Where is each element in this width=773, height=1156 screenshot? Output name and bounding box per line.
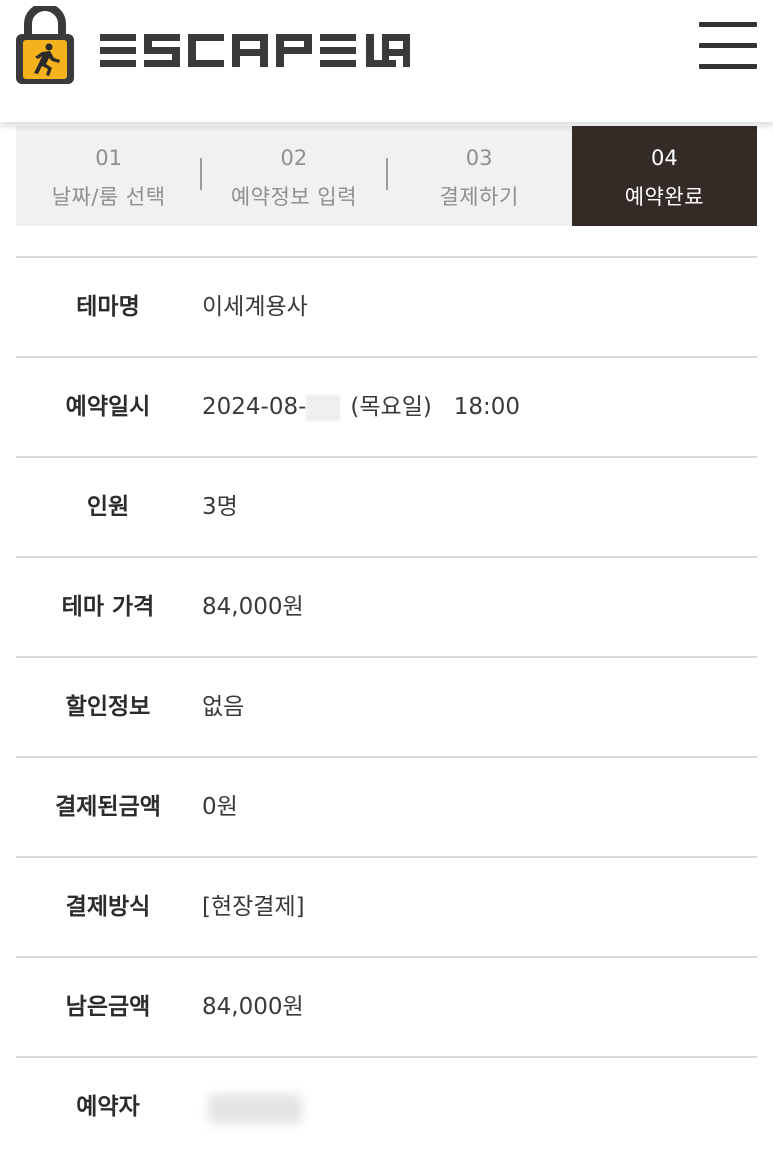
detail-row-datetime: 예약일시 2024-08- (목요일) 18:00	[16, 358, 757, 458]
detail-row-booker: 예약자	[16, 1058, 757, 1156]
escape-lab-wordmark[interactable]	[100, 30, 418, 70]
step-label: 날짜/룸 선택	[51, 185, 166, 209]
step-number: 03	[465, 146, 493, 170]
step-number: 02	[280, 146, 308, 170]
site-header	[0, 0, 773, 122]
detail-value: 2024-08- (목요일) 18:00	[202, 358, 520, 456]
booking-steps: 01 날짜/룸 선택 02 예약정보 입력 03 결제하기 04 예약완료	[16, 126, 757, 226]
detail-label: 결제된금액	[55, 794, 161, 820]
step-label: 결제하기	[439, 185, 519, 209]
redacted-day	[306, 394, 341, 421]
detail-value: 이세계용사	[202, 294, 308, 320]
step-label: 예약정보 입력	[230, 185, 357, 209]
detail-label: 테마 가격	[61, 594, 155, 620]
detail-row-people: 인원 3명	[16, 458, 757, 558]
step-3: 03 결제하기	[387, 126, 572, 226]
detail-row-price: 테마 가격 84,000원	[16, 558, 757, 658]
step-4-current: 04 예약완료	[571, 126, 757, 226]
step-label: 예약완료	[624, 185, 705, 209]
reservation-details: 테마명 이세계용사 예약일시 2024-08- (목요일) 18:00 인원 3명…	[16, 256, 757, 1156]
step-2: 02 예약정보 입력	[201, 126, 388, 226]
date-prefix: 2024-08-	[202, 394, 307, 420]
detail-label: 테마명	[76, 294, 140, 320]
detail-label: 남은금액	[65, 994, 151, 1020]
time: 18:00	[453, 394, 521, 420]
detail-label: 할인정보	[65, 694, 151, 720]
step-number: 04	[651, 146, 678, 170]
detail-label: 예약자	[76, 1094, 140, 1120]
detail-value: 없음	[202, 694, 245, 720]
padlock-logo-icon[interactable]	[14, 6, 76, 86]
step-1: 01 날짜/룸 선택	[16, 126, 203, 226]
detail-row-theme: 테마명 이세계용사	[16, 258, 757, 358]
detail-value: 84,000원	[202, 994, 304, 1020]
detail-value: 3명	[202, 494, 238, 520]
detail-row-remaining: 남은금액 84,000원	[16, 958, 757, 1058]
detail-label: 결제방식	[65, 894, 151, 920]
detail-label: 예약일시	[65, 394, 151, 420]
detail-value: 84,000원	[202, 594, 304, 620]
hamburger-menu-icon[interactable]	[699, 22, 757, 70]
step-number: 01	[95, 146, 122, 170]
detail-value: [현장결제]	[202, 894, 305, 920]
detail-row-paid: 결제된금액 0원	[16, 758, 757, 858]
detail-value: 0원	[202, 794, 238, 820]
redacted-name	[208, 1094, 302, 1124]
detail-label: 인원	[86, 494, 130, 520]
weekday: (목요일)	[350, 394, 432, 420]
detail-row-payment-method: 결제방식 [현장결제]	[16, 858, 757, 958]
detail-row-discount: 할인정보 없음	[16, 658, 757, 758]
